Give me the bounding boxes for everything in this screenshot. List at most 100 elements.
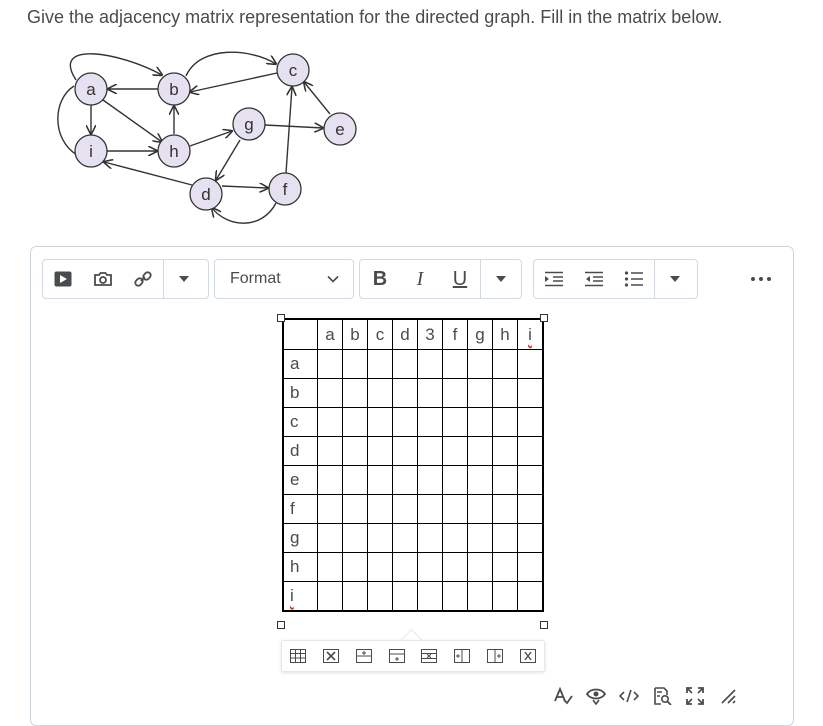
- matrix-cell[interactable]: [492, 465, 518, 495]
- column-header[interactable]: 3: [417, 318, 443, 350]
- matrix-cell[interactable]: [417, 465, 443, 495]
- row-header[interactable]: d: [282, 436, 318, 466]
- matrix-cell[interactable]: [367, 494, 393, 524]
- row-header[interactable]: g: [282, 523, 318, 553]
- matrix-cell[interactable]: [517, 494, 544, 524]
- matrix-cell[interactable]: [342, 494, 368, 524]
- matrix-cell[interactable]: [342, 378, 368, 408]
- chevron-down-icon[interactable]: [654, 260, 695, 298]
- resize-handle-top-left[interactable]: [277, 314, 285, 322]
- source-code-icon[interactable]: [612, 682, 645, 710]
- matrix-cell[interactable]: [442, 407, 468, 437]
- column-header[interactable]: a: [317, 318, 343, 350]
- row-header[interactable]: f: [282, 494, 318, 524]
- matrix-cell[interactable]: [517, 581, 544, 612]
- matrix-cell[interactable]: [367, 349, 393, 379]
- matrix-cell[interactable]: [367, 436, 393, 466]
- adjacency-matrix-table[interactable]: a b c d 3 f g h i a b c d e f g h i: [282, 318, 544, 612]
- more-options-icon[interactable]: [743, 261, 779, 297]
- column-header[interactable]: d: [392, 318, 418, 350]
- matrix-cell[interactable]: [317, 407, 343, 437]
- matrix-cell[interactable]: [342, 407, 368, 437]
- matrix-cell[interactable]: [467, 494, 493, 524]
- matrix-cell[interactable]: [467, 407, 493, 437]
- table-properties-icon[interactable]: [287, 645, 309, 667]
- underline-button[interactable]: U: [440, 260, 480, 298]
- row-header[interactable]: a: [282, 349, 318, 379]
- matrix-cell[interactable]: [492, 494, 518, 524]
- resize-handle-icon[interactable]: [711, 682, 744, 710]
- insert-row-before-icon[interactable]: [353, 645, 375, 667]
- matrix-cell[interactable]: [317, 378, 343, 408]
- delete-column-icon[interactable]: [517, 645, 539, 667]
- video-icon[interactable]: [43, 260, 83, 298]
- matrix-cell[interactable]: [492, 436, 518, 466]
- row-header[interactable]: c: [282, 407, 318, 437]
- indent-icon[interactable]: [534, 260, 574, 298]
- matrix-cell[interactable]: [317, 349, 343, 379]
- matrix-cell[interactable]: [317, 523, 343, 553]
- matrix-cell[interactable]: [467, 436, 493, 466]
- matrix-cell[interactable]: [392, 494, 418, 524]
- matrix-cell[interactable]: [392, 349, 418, 379]
- matrix-cell[interactable]: [467, 465, 493, 495]
- insert-column-after-icon[interactable]: [484, 645, 506, 667]
- resize-handle-bottom-left[interactable]: [277, 621, 285, 629]
- matrix-cell[interactable]: [492, 581, 518, 612]
- matrix-cell[interactable]: [492, 523, 518, 553]
- insert-row-after-icon[interactable]: [386, 645, 408, 667]
- corner-cell[interactable]: [282, 318, 318, 350]
- matrix-cell[interactable]: [342, 436, 368, 466]
- matrix-cell[interactable]: [492, 407, 518, 437]
- fullscreen-icon[interactable]: [678, 682, 711, 710]
- chevron-down-icon[interactable]: [163, 260, 204, 298]
- matrix-cell[interactable]: [492, 552, 518, 582]
- matrix-cell[interactable]: [517, 436, 544, 466]
- matrix-cell[interactable]: [442, 349, 468, 379]
- matrix-cell[interactable]: [417, 349, 443, 379]
- bulleted-list-icon[interactable]: [614, 260, 654, 298]
- row-header[interactable]: e: [282, 465, 318, 495]
- camera-icon[interactable]: [83, 260, 123, 298]
- matrix-cell[interactable]: [417, 552, 443, 582]
- matrix-cell[interactable]: [392, 552, 418, 582]
- insert-column-before-icon[interactable]: [451, 645, 473, 667]
- row-header[interactable]: i: [282, 581, 318, 612]
- resize-handle-bottom-right[interactable]: [540, 621, 548, 629]
- matrix-cell[interactable]: [442, 552, 468, 582]
- matrix-cell[interactable]: [317, 494, 343, 524]
- matrix-cell[interactable]: [517, 407, 544, 437]
- matrix-cell[interactable]: [417, 494, 443, 524]
- matrix-cell[interactable]: [517, 349, 544, 379]
- matrix-cell[interactable]: [467, 378, 493, 408]
- find-replace-icon[interactable]: [645, 682, 678, 710]
- matrix-cell[interactable]: [442, 581, 468, 612]
- matrix-cell[interactable]: [367, 465, 393, 495]
- matrix-cell[interactable]: [467, 581, 493, 612]
- column-header[interactable]: h: [492, 318, 518, 350]
- matrix-cell[interactable]: [317, 581, 343, 612]
- matrix-cell[interactable]: [417, 436, 443, 466]
- column-header[interactable]: g: [467, 318, 493, 350]
- link-icon[interactable]: [123, 260, 163, 298]
- matrix-cell[interactable]: [417, 581, 443, 612]
- matrix-cell[interactable]: [467, 523, 493, 553]
- italic-button[interactable]: I: [400, 260, 440, 298]
- matrix-cell[interactable]: [342, 552, 368, 582]
- matrix-cell[interactable]: [392, 378, 418, 408]
- row-header[interactable]: h: [282, 552, 318, 582]
- matrix-cell[interactable]: [367, 581, 393, 612]
- row-header[interactable]: b: [282, 378, 318, 408]
- matrix-cell[interactable]: [367, 552, 393, 582]
- resize-handle-top-right[interactable]: [540, 314, 548, 322]
- matrix-cell[interactable]: [392, 407, 418, 437]
- matrix-cell[interactable]: [367, 407, 393, 437]
- matrix-cell[interactable]: [442, 494, 468, 524]
- matrix-cell[interactable]: [392, 581, 418, 612]
- column-header[interactable]: f: [442, 318, 468, 350]
- matrix-cell[interactable]: [342, 523, 368, 553]
- matrix-cell[interactable]: [317, 436, 343, 466]
- matrix-cell[interactable]: [392, 436, 418, 466]
- matrix-cell[interactable]: [392, 523, 418, 553]
- delete-row-icon[interactable]: [418, 645, 440, 667]
